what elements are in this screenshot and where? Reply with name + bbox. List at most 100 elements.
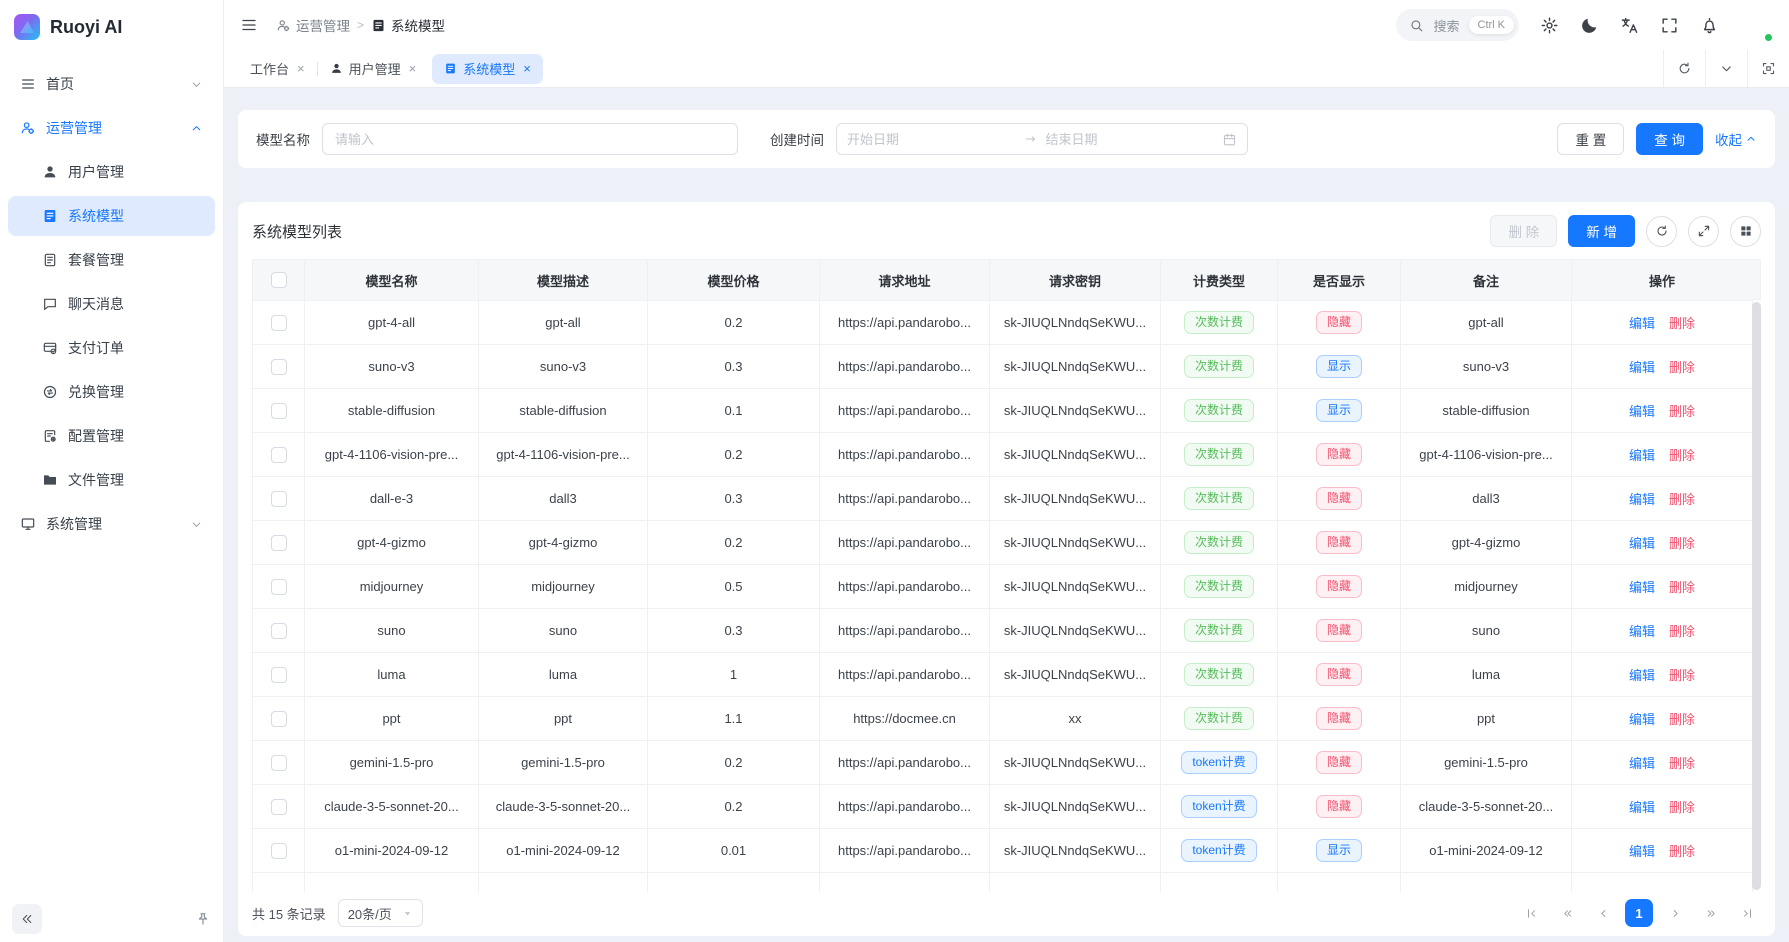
sidebar-item-home[interactable]: 首页 — [8, 64, 215, 104]
settings-gear-icon[interactable] — [1540, 16, 1559, 35]
logo[interactable]: Ruoyi AI — [0, 0, 223, 54]
notification-bell-icon[interactable] — [1700, 16, 1719, 35]
sidebar-item-5[interactable]: 兑换管理 — [8, 372, 215, 412]
tab-1[interactable]: 用户管理× — [318, 50, 429, 87]
edit-link[interactable]: 编辑 — [1629, 756, 1655, 771]
fullscreen-icon[interactable] — [1660, 16, 1679, 35]
next-page-button[interactable] — [1661, 899, 1689, 927]
edit-link[interactable]: 编辑 — [1629, 844, 1655, 859]
pin-icon[interactable] — [195, 911, 211, 927]
row-select-cell — [253, 741, 305, 785]
sidebar-item-3[interactable]: 聊天消息 — [8, 284, 215, 324]
row-checkbox[interactable] — [271, 799, 287, 815]
last-page-button[interactable] — [1733, 899, 1761, 927]
add-button[interactable]: 新 增 — [1568, 215, 1635, 247]
delete-link[interactable]: 删除 — [1669, 624, 1695, 639]
global-search[interactable]: 搜索 Ctrl K — [1396, 9, 1519, 41]
start-date-input[interactable] — [847, 132, 1016, 147]
request-key-cell: sk-JIUQLNndqSeKWU... — [990, 829, 1161, 873]
delete-link[interactable]: 删除 — [1669, 756, 1695, 771]
jump-back-button[interactable] — [1553, 899, 1581, 927]
sidebar-item-system[interactable]: 系统管理 — [8, 504, 215, 544]
dark-mode-moon-icon[interactable] — [1580, 16, 1599, 35]
row-checkbox[interactable] — [271, 403, 287, 419]
delete-link[interactable]: 删除 — [1669, 580, 1695, 595]
sidebar-collapse-button[interactable] — [12, 904, 42, 934]
row-checkbox[interactable] — [271, 711, 287, 727]
row-checkbox[interactable] — [271, 843, 287, 859]
delete-link[interactable]: 删除 — [1669, 844, 1695, 859]
sidebar-item-operations[interactable]: 运营管理 — [8, 108, 215, 148]
edit-link[interactable]: 编辑 — [1629, 668, 1655, 683]
row-checkbox[interactable] — [271, 667, 287, 683]
model-name-input[interactable] — [322, 123, 738, 155]
reset-button[interactable]: 重 置 — [1557, 123, 1624, 155]
row-checkbox[interactable] — [271, 535, 287, 551]
delete-link[interactable]: 删除 — [1669, 492, 1695, 507]
row-checkbox[interactable] — [271, 623, 287, 639]
page-size-select[interactable]: 20条/页 — [338, 899, 423, 927]
delete-link[interactable]: 删除 — [1669, 448, 1695, 463]
sidebar-item-7[interactable]: 文件管理 — [8, 460, 215, 500]
edit-link[interactable]: 编辑 — [1629, 800, 1655, 815]
visibility-cell: 隐藏 — [1278, 433, 1401, 477]
row-checkbox[interactable] — [271, 755, 287, 771]
date-range-picker[interactable] — [836, 123, 1248, 155]
jump-forward-button[interactable] — [1697, 899, 1725, 927]
tab-0[interactable]: 工作台× — [238, 50, 317, 87]
search-button[interactable]: 查 询 — [1636, 123, 1703, 155]
hamburger-icon[interactable] — [234, 10, 264, 40]
row-checkbox[interactable] — [271, 491, 287, 507]
select-all-checkbox[interactable] — [271, 272, 287, 288]
model-price-cell: 1.1 — [648, 697, 820, 741]
edit-link[interactable]: 编辑 — [1629, 360, 1655, 375]
pay-icon — [42, 340, 58, 356]
row-checkbox[interactable] — [271, 315, 287, 331]
table-expand-icon[interactable] — [1688, 216, 1719, 247]
delete-link[interactable]: 删除 — [1669, 536, 1695, 551]
language-translate-icon[interactable] — [1620, 16, 1639, 35]
user-avatar[interactable] — [1740, 9, 1773, 42]
edit-link[interactable]: 编辑 — [1629, 448, 1655, 463]
delete-link[interactable]: 删除 — [1669, 712, 1695, 727]
edit-link[interactable]: 编辑 — [1629, 536, 1655, 551]
tab-close-icon[interactable]: × — [523, 61, 531, 76]
tab-menu-chevron-icon[interactable] — [1705, 50, 1747, 87]
tab-close-icon[interactable]: × — [297, 61, 305, 76]
batch-delete-button[interactable]: 删 除 — [1490, 215, 1557, 247]
sidebar-item-0[interactable]: 用户管理 — [8, 152, 215, 192]
page-number-button[interactable]: 1 — [1625, 899, 1653, 927]
row-checkbox[interactable] — [271, 447, 287, 463]
first-page-button[interactable] — [1517, 899, 1545, 927]
prev-page-button[interactable] — [1589, 899, 1617, 927]
breadcrumb-item-operations[interactable]: 运营管理 — [276, 15, 350, 35]
edit-link[interactable]: 编辑 — [1629, 580, 1655, 595]
sidebar-item-2[interactable]: 套餐管理 — [8, 240, 215, 280]
delete-link[interactable]: 删除 — [1669, 668, 1695, 683]
plan-icon — [42, 252, 58, 268]
tab-2[interactable]: 系统模型× — [432, 54, 543, 84]
edit-link[interactable]: 编辑 — [1629, 404, 1655, 419]
delete-link[interactable]: 删除 — [1669, 316, 1695, 331]
row-checkbox[interactable] — [271, 359, 287, 375]
row-checkbox[interactable] — [271, 579, 287, 595]
column-settings-icon[interactable] — [1730, 216, 1761, 247]
tab-close-icon[interactable]: × — [409, 61, 417, 76]
sidebar-item-6[interactable]: 配置管理 — [8, 416, 215, 456]
edit-link[interactable]: 编辑 — [1629, 316, 1655, 331]
edit-link[interactable]: 编辑 — [1629, 712, 1655, 727]
scrollbar-thumb[interactable] — [1752, 302, 1761, 890]
table-refresh-icon[interactable] — [1646, 216, 1677, 247]
edit-link[interactable]: 编辑 — [1629, 624, 1655, 639]
collapse-filter-link[interactable]: 收起 — [1715, 129, 1757, 149]
content-fullscreen-icon[interactable] — [1747, 50, 1789, 87]
delete-link[interactable]: 删除 — [1669, 800, 1695, 815]
refresh-tab-icon[interactable] — [1663, 50, 1705, 87]
sidebar-item-1[interactable]: 系统模型 — [8, 196, 215, 236]
delete-link[interactable]: 删除 — [1669, 360, 1695, 375]
end-date-input[interactable] — [1046, 132, 1215, 147]
sidebar: Ruoyi AI 首页 运营管理 用户管理系统模型套餐管理聊天消息支付订单兑换管… — [0, 0, 224, 942]
delete-link[interactable]: 删除 — [1669, 404, 1695, 419]
sidebar-item-4[interactable]: 支付订单 — [8, 328, 215, 368]
edit-link[interactable]: 编辑 — [1629, 492, 1655, 507]
